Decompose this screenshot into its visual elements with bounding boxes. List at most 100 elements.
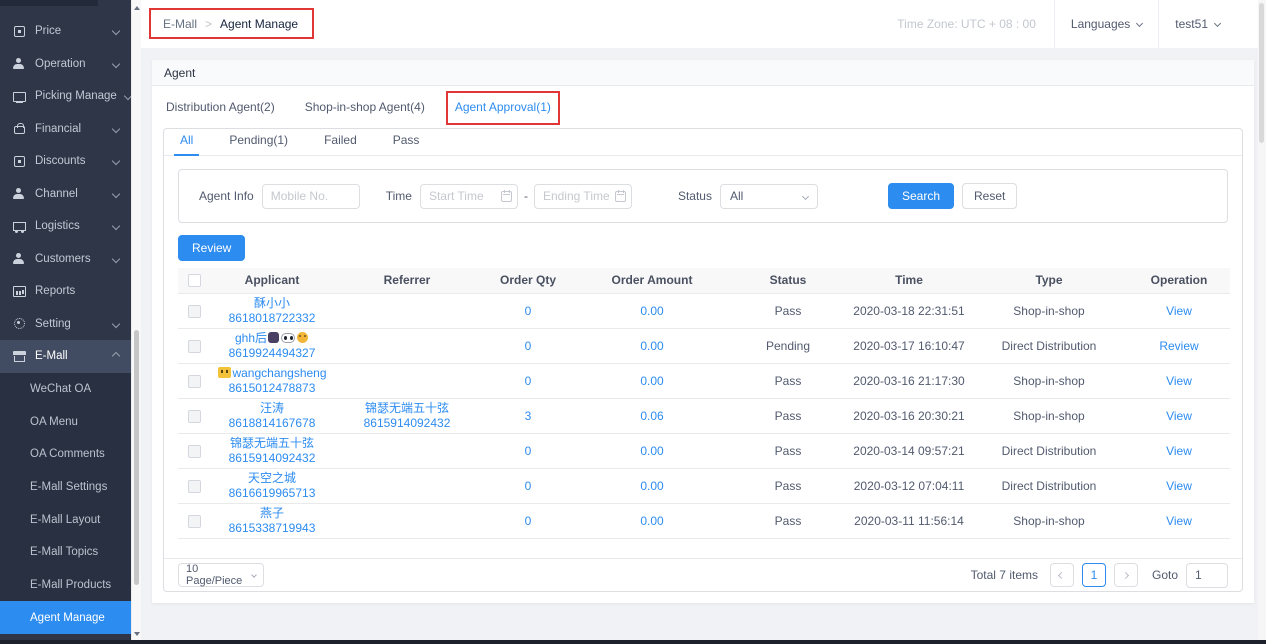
applicant-name-link[interactable]: 天空之城	[248, 471, 296, 485]
sidebar-item-reports[interactable]: Reports	[0, 275, 131, 308]
applicant-name-link[interactable]: 燕子	[260, 506, 284, 520]
applicant-phone-link[interactable]: 8616619965713	[229, 486, 316, 500]
sidebar-subitem-wechat-oa[interactable]: WeChat OA	[0, 373, 131, 406]
sidebar-item-price[interactable]: Price	[0, 15, 131, 48]
sidebar-item-financial[interactable]: Financial	[0, 113, 131, 146]
subtab-failed[interactable]: Failed	[318, 133, 363, 156]
applicant-name-link[interactable]: 汪涛	[260, 401, 284, 415]
row-checkbox[interactable]	[188, 445, 201, 458]
applicant-phone-link[interactable]: 8618814167678	[229, 416, 316, 430]
status-select[interactable]: All	[720, 184, 818, 209]
order-amount-link[interactable]: 0.00	[640, 339, 663, 353]
tab-agent-approval-1[interactable]: Agent Approval(1)	[453, 98, 553, 116]
applicant-column-cell: 酥小小8618018722332	[210, 293, 334, 328]
order-qty-link[interactable]: 3	[525, 409, 532, 423]
order-qty-link[interactable]: 0	[525, 339, 532, 353]
order-amount-link[interactable]: 0.00	[640, 514, 663, 528]
sidebar-item-discounts[interactable]: Discounts	[0, 145, 131, 178]
row-checkbox[interactable]	[188, 410, 201, 423]
page-scrollbar[interactable]	[1258, 0, 1266, 644]
column-status: Status	[728, 268, 848, 293]
referrer-name-link[interactable]: 锦瑟无端五十弦	[365, 401, 449, 415]
order-amount-link[interactable]: 0.00	[640, 479, 663, 493]
order-qty-link[interactable]: 0	[525, 514, 532, 528]
order-qty-link[interactable]: 0	[525, 444, 532, 458]
subtab-pending-1[interactable]: Pending(1)	[223, 133, 294, 156]
applicant-phone-link[interactable]: 8615914092432	[229, 451, 316, 465]
order-qty-link[interactable]: 0	[525, 374, 532, 388]
applicant-name-link[interactable]: 酥小小	[254, 296, 290, 310]
operation-view-link[interactable]: View	[1166, 514, 1192, 528]
sidebar-subitem-e-mall-topics[interactable]: E-Mall Topics	[0, 536, 131, 569]
applicant-name-link[interactable]: 锦瑟无端五十弦	[230, 436, 314, 450]
sidebar-subitem-e-mall-settings[interactable]: E-Mall Settings	[0, 471, 131, 504]
sidebar-item-setting[interactable]: Setting	[0, 308, 131, 341]
agent-info-input[interactable]	[262, 184, 360, 209]
agent-manage-page: { "colors":{"accent_blue":"#2d8cf0","ann…	[0, 0, 1266, 644]
applicant-phone-link[interactable]: 8615012478873	[229, 381, 316, 395]
prev-page-button[interactable]	[1050, 563, 1074, 587]
next-page-button[interactable]	[1114, 563, 1138, 587]
row-checkbox[interactable]	[188, 515, 201, 528]
sidebar-item-channel[interactable]: Channel	[0, 178, 131, 211]
sidebar-subitem-oa-menu[interactable]: OA Menu	[0, 405, 131, 438]
applicant-phone-link[interactable]: 8615338719943	[229, 521, 316, 535]
chevron-down-icon	[112, 222, 120, 230]
sidebar-item-e-mall[interactable]: E-Mall	[0, 340, 131, 373]
sidebar-subitem-e-mall-products[interactable]: E-Mall Products	[0, 569, 131, 602]
review-button[interactable]: Review	[178, 235, 245, 261]
search-button[interactable]: Search	[888, 183, 954, 209]
sidebar-subitem-oa-comments[interactable]: OA Comments	[0, 438, 131, 471]
operation-view-link[interactable]: View	[1166, 304, 1192, 318]
applicant-phone-link[interactable]: 8618018722332	[229, 311, 316, 325]
user-menu[interactable]: test51	[1159, 0, 1236, 48]
order-amount-link[interactable]: 0.06	[640, 409, 663, 423]
sidebar-item-picking-manage[interactable]: Picking Manage	[0, 80, 131, 113]
order-qty-link[interactable]: 0	[525, 304, 532, 318]
goto-page-input[interactable]	[1186, 563, 1228, 588]
sidebar-subitem-agent-manage[interactable]: Agent Manage	[0, 601, 131, 634]
sidebar-subitem-e-mall-layout[interactable]: E-Mall Layout	[0, 503, 131, 536]
subtab-pass[interactable]: Pass	[387, 133, 426, 156]
operation-view-link[interactable]: View	[1166, 479, 1192, 493]
order-amount-link[interactable]: 0.00	[640, 304, 663, 318]
select-all-checkbox[interactable]	[188, 274, 201, 287]
applicant-column-cell: 天空之城8616619965713	[210, 468, 334, 503]
applicant-name-line: ghh后	[210, 331, 334, 346]
reset-button[interactable]: Reset	[962, 183, 1017, 209]
tab-distribution-agent-2[interactable]: Distribution Agent(2)	[164, 98, 277, 116]
languages-menu[interactable]: Languages	[1055, 0, 1158, 48]
scroll-down-arrow-icon[interactable]	[134, 632, 140, 636]
sidebar-item-label: Operation	[35, 58, 86, 70]
row-checkbox[interactable]	[188, 375, 201, 388]
sidebar-item-customers[interactable]: Customers	[0, 243, 131, 276]
tab-shop-in-shop-agent-4[interactable]: Shop-in-shop Agent(4)	[303, 98, 427, 116]
operation-view-link[interactable]: View	[1166, 444, 1192, 458]
chevron-down-icon	[112, 157, 120, 165]
subtab-all[interactable]: All	[174, 133, 199, 156]
scroll-up-arrow-icon[interactable]	[134, 6, 140, 10]
column-checkbox	[178, 268, 210, 293]
sidebar-scrollbar-thumb[interactable]	[134, 330, 139, 585]
applicant-phone-link[interactable]: 8619924494327	[229, 346, 316, 360]
page-scrollbar-thumb[interactable]	[1259, 3, 1264, 143]
row-checkbox[interactable]	[188, 305, 201, 318]
referrer-phone-link[interactable]: 8615914092432	[364, 416, 451, 430]
pagination: Total 7 items 1 Goto	[971, 563, 1228, 588]
operation-view-link[interactable]: View	[1166, 374, 1192, 388]
sidebar-scrollbar[interactable]	[131, 0, 141, 644]
sidebar-item-operation[interactable]: Operation	[0, 48, 131, 81]
order-amount-link[interactable]: 0.00	[640, 444, 663, 458]
breadcrumb-emall[interactable]: E-Mall	[163, 17, 197, 31]
order-amount-link[interactable]: 0.00	[640, 374, 663, 388]
operation-review-link[interactable]: Review	[1159, 339, 1198, 353]
operation-view-link[interactable]: View	[1166, 409, 1192, 423]
page-size-select[interactable]: 10 Page/Piece	[178, 563, 264, 587]
row-checkbox[interactable]	[188, 480, 201, 493]
order-qty-link[interactable]: 0	[525, 479, 532, 493]
sidebar-item-logistics[interactable]: Logistics	[0, 210, 131, 243]
row-checkbox[interactable]	[188, 340, 201, 353]
page-1-button[interactable]: 1	[1082, 563, 1106, 587]
applicant-name-link[interactable]: wangchangsheng	[232, 366, 326, 380]
applicant-name-link[interactable]: ghh后	[235, 331, 267, 345]
